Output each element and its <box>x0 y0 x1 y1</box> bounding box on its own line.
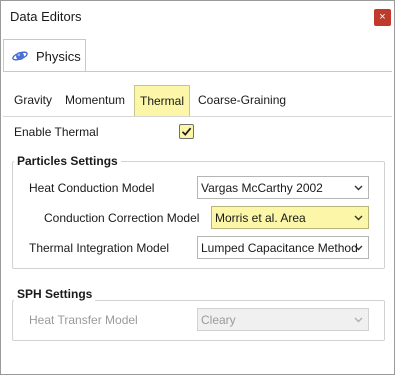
close-button[interactable]: × <box>374 9 391 26</box>
checkmark-icon <box>181 127 192 136</box>
heat-transfer-model-label: Heat Transfer Model <box>29 313 138 327</box>
particles-settings-title: Particles Settings <box>14 154 121 168</box>
enable-thermal-label: Enable Thermal <box>14 125 99 139</box>
planet-icon <box>12 51 28 61</box>
chevron-down-icon <box>354 317 363 323</box>
thermal-integration-model-select[interactable]: Lumped Capacitance Method <box>197 236 369 259</box>
title-bar: Data Editors × <box>1 1 394 33</box>
tab-physics-label: Physics <box>36 49 81 64</box>
window-title: Data Editors <box>10 9 82 24</box>
thermal-integration-model-label: Thermal Integration Model <box>29 241 170 255</box>
subtabs-divider <box>3 116 392 117</box>
sph-settings-title: SPH Settings <box>14 287 96 301</box>
tab-thermal[interactable]: Thermal <box>134 85 190 116</box>
chevron-down-icon <box>354 245 363 251</box>
chevron-down-icon <box>354 215 363 221</box>
chevron-down-icon <box>354 185 363 191</box>
heat-transfer-model-select[interactable]: Cleary <box>197 308 369 331</box>
heat-conduction-model-select[interactable]: Vargas McCarthy 2002 <box>197 176 369 199</box>
close-icon: × <box>379 11 386 23</box>
heat-conduction-model-label: Heat Conduction Model <box>29 181 155 195</box>
conduction-correction-model-label: Conduction Correction Model <box>44 211 200 225</box>
conduction-correction-model-value: Morris et al. Area <box>215 211 306 225</box>
tab-coarse-graining[interactable]: Coarse-Graining <box>198 85 293 116</box>
conduction-correction-model-select[interactable]: Morris et al. Area <box>211 206 369 229</box>
heat-transfer-model-value: Cleary <box>201 313 236 327</box>
heat-conduction-model-value: Vargas McCarthy 2002 <box>201 181 323 195</box>
tab-physics[interactable]: Physics <box>3 39 86 72</box>
tab-momentum[interactable]: Momentum <box>65 85 129 116</box>
data-editors-window: Data Editors × Physics Gravity Momentum … <box>0 0 395 375</box>
tab-gravity[interactable]: Gravity <box>14 85 54 116</box>
thermal-integration-model-value: Lumped Capacitance Method <box>201 241 358 255</box>
enable-thermal-checkbox[interactable] <box>179 124 194 139</box>
